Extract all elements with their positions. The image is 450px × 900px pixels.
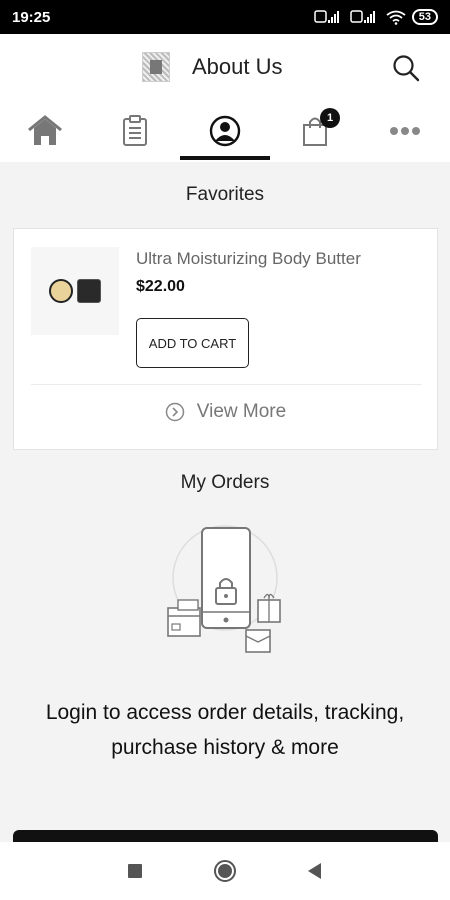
user-icon xyxy=(209,115,241,147)
more-icon xyxy=(390,127,420,135)
sim2-signal-icon xyxy=(350,10,380,24)
clipboard-icon xyxy=(123,115,147,146)
search-icon xyxy=(393,55,420,82)
add-to-cart-button[interactable]: ADD TO CART xyxy=(136,318,249,368)
locked-phone-illustration xyxy=(167,525,281,653)
back-button[interactable] xyxy=(300,856,330,886)
favorites-heading: Favorites xyxy=(185,184,265,205)
tab-orders-list[interactable] xyxy=(90,100,180,162)
tab-home[interactable] xyxy=(0,100,90,162)
jar-dark-shape xyxy=(77,279,101,303)
product-image[interactable] xyxy=(31,247,119,335)
jar-light-shape xyxy=(49,279,73,303)
search-button[interactable] xyxy=(392,54,420,82)
orders-heading: My Orders xyxy=(180,472,270,493)
nav-tabs: 1 xyxy=(0,100,450,162)
sim-signal-icon xyxy=(314,10,344,24)
favorites-card: Ultra Moisturizing Body Butter $22.00 AD… xyxy=(13,228,438,450)
bottom-action-bar[interactable] xyxy=(13,830,438,842)
home-system-button[interactable] xyxy=(210,856,240,886)
view-more-label: View More xyxy=(196,401,287,422)
view-more-link[interactable]: View More xyxy=(14,401,437,423)
tab-cart[interactable]: 1 xyxy=(270,100,360,162)
back-triangle-icon xyxy=(308,863,321,879)
login-prompt-line-1: Login to access order details, tracking, xyxy=(45,701,405,724)
app-header: About Us xyxy=(0,34,450,100)
status-time: 19:25 xyxy=(12,8,51,26)
status-icons: 53 xyxy=(314,9,438,25)
login-prompt[interactable]: Login to access order details, tracking,… xyxy=(0,695,450,765)
wifi-icon xyxy=(386,10,406,25)
divider xyxy=(31,384,422,385)
product-price: $22.00 xyxy=(136,278,185,295)
circle-icon xyxy=(214,860,236,882)
tab-account[interactable] xyxy=(180,100,270,162)
page-title: About Us xyxy=(192,54,283,79)
cart-count-badge: 1 xyxy=(320,108,340,128)
home-icon xyxy=(28,115,62,145)
chevron-circle-icon xyxy=(165,402,185,422)
tab-more[interactable] xyxy=(360,100,450,162)
login-prompt-line-2: purchase history & more xyxy=(111,736,339,759)
battery-indicator: 53 xyxy=(411,9,438,25)
brand-logo[interactable] xyxy=(142,52,170,82)
status-bar: 19:25 53 xyxy=(0,0,450,34)
recents-button[interactable] xyxy=(120,856,150,886)
product-name[interactable]: Ultra Moisturizing Body Butter xyxy=(136,249,361,269)
square-icon xyxy=(128,864,142,878)
system-nav-bar xyxy=(0,842,450,900)
